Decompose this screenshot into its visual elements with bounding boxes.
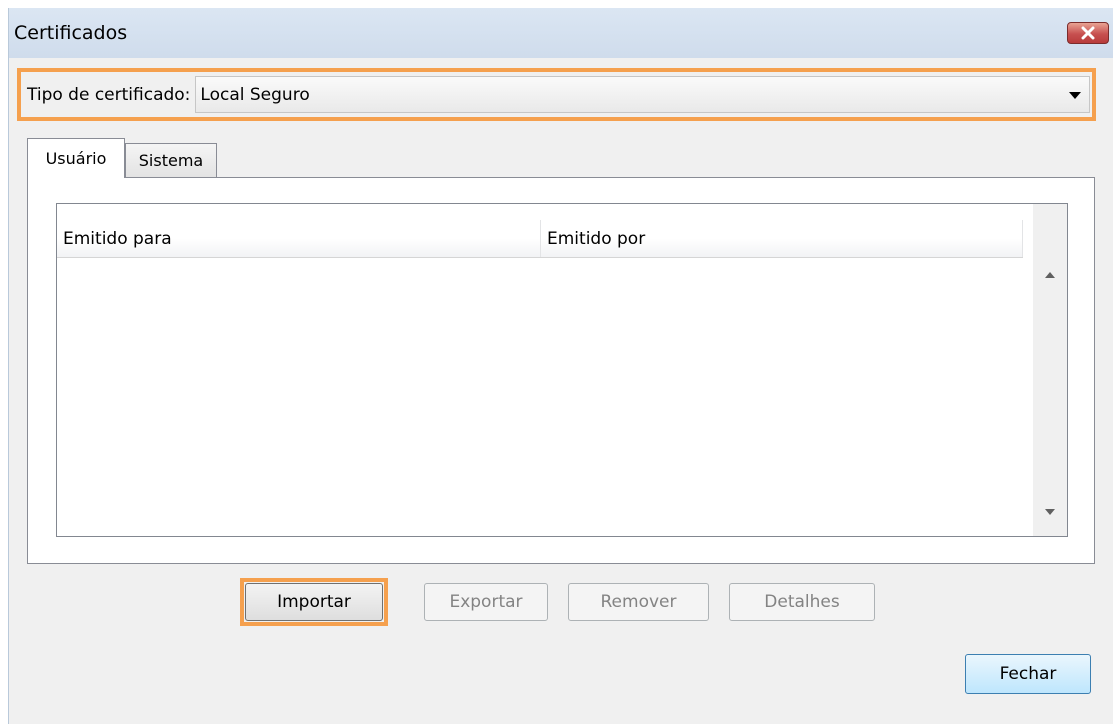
column-header-issued-to[interactable]: Emitido para [57, 220, 541, 257]
tab-usuario[interactable]: Usuário [27, 138, 125, 178]
tab-sistema[interactable]: Sistema [125, 143, 217, 178]
close-button[interactable]: Fechar [965, 654, 1091, 694]
close-window-button[interactable] [1067, 22, 1109, 44]
certificate-type-label: Tipo de certificado: [27, 84, 191, 105]
close-icon [1081, 26, 1095, 40]
import-button[interactable]: Importar [245, 583, 383, 621]
details-button[interactable]: Detalhes [729, 583, 875, 621]
certificate-type-highlight: Tipo de certificado: Local Seguro [17, 68, 1096, 121]
vertical-scrollbar[interactable] [1033, 204, 1067, 536]
scroll-up-icon[interactable] [1045, 272, 1055, 278]
remove-button[interactable]: Remover [568, 583, 709, 621]
scroll-down-icon[interactable] [1045, 509, 1055, 515]
certificate-list[interactable]: Emitido para Emitido por [56, 203, 1068, 537]
export-button[interactable]: Exportar [424, 583, 548, 621]
window-title: Certificados [14, 22, 128, 44]
title-bar[interactable]: Certificados [9, 8, 1113, 58]
certificate-type-select[interactable]: Local Seguro [195, 76, 1090, 113]
column-header-issued-by[interactable]: Emitido por [541, 220, 1023, 257]
list-header: Emitido para Emitido por [57, 220, 1023, 258]
certificate-type-value: Local Seguro [200, 84, 310, 105]
chevron-down-icon [1069, 92, 1081, 99]
